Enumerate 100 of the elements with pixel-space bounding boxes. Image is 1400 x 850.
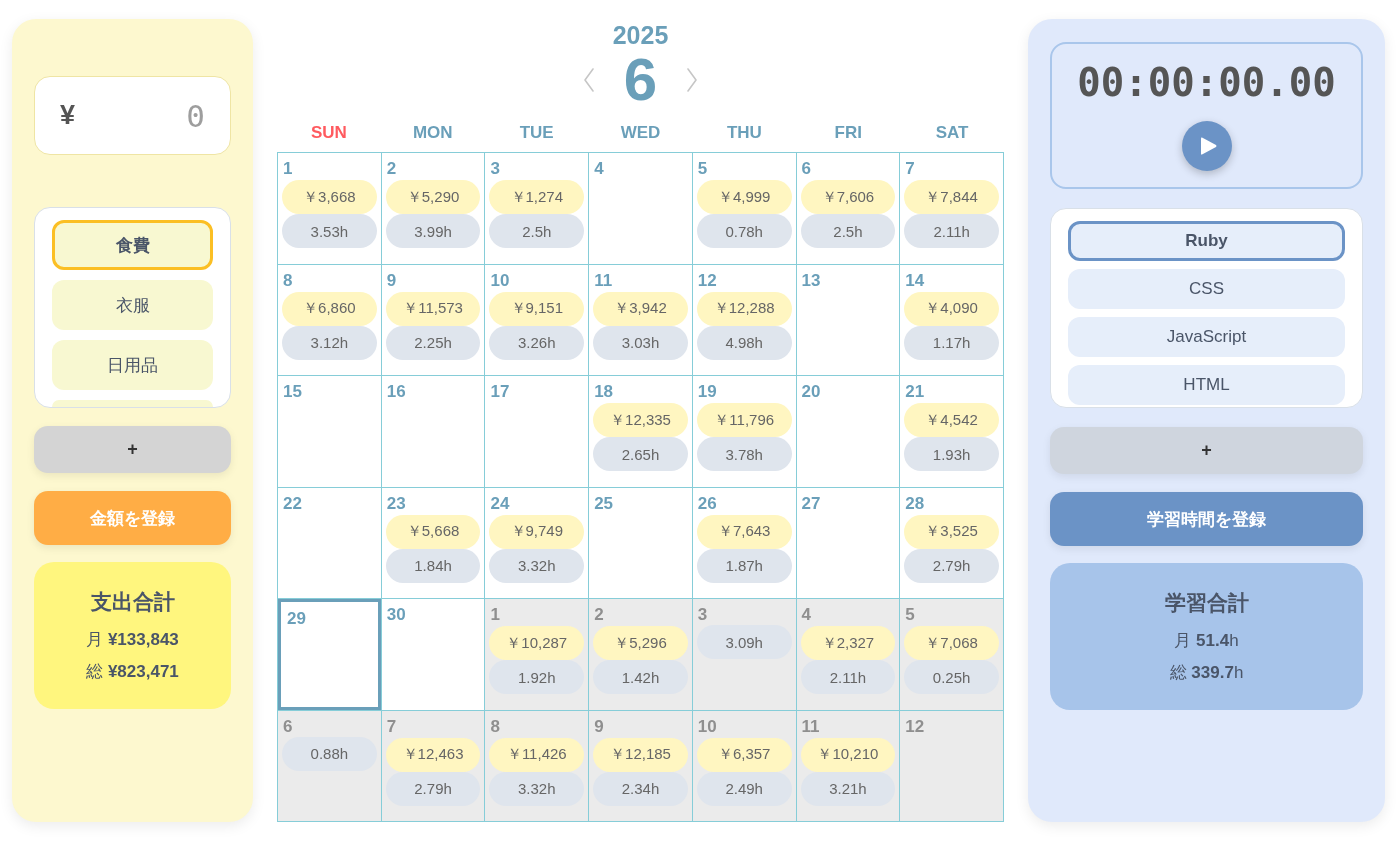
study-hours: 1.87h: [696, 548, 792, 583]
previous-month-button[interactable]: [581, 67, 596, 93]
expense-amount: ￥12,463: [385, 737, 481, 772]
day-cell[interactable]: 24 ￥9,749 3.32h: [485, 487, 590, 599]
day-cell[interactable]: 15: [278, 376, 382, 488]
amount-input[interactable]: 0: [85, 95, 205, 136]
day-cell[interactable]: 9 ￥11,573 2.25h: [381, 264, 486, 376]
expense-amount: ￥10,210: [800, 737, 896, 772]
expense-amount: ￥11,796: [696, 403, 792, 437]
weekday-label: SUN: [310, 122, 347, 144]
day-cell[interactable]: 18 ￥12,335 2.65h: [589, 376, 693, 488]
day-number: 3: [489, 158, 500, 179]
day-number: 5: [904, 604, 915, 625]
day-cell[interactable]: 2 ￥5,296 1.42h: [589, 599, 693, 711]
day-number: 24: [489, 492, 510, 514]
amount-field[interactable]: ¥ 0: [34, 76, 231, 155]
category-item[interactable]: 衣服: [52, 280, 213, 330]
day-number: 7: [385, 715, 397, 737]
expense-amount: ￥5,296: [593, 626, 688, 660]
expense-amount: ￥2,327: [800, 626, 896, 660]
day-cell[interactable]: 7 ￥12,463 2.79h: [381, 710, 486, 822]
add-subject-button[interactable]: +: [1050, 427, 1363, 474]
day-cell[interactable]: 3 ￥1,274 2.5h: [485, 153, 590, 265]
day-cell[interactable]: 1 ￥10,287 1.92h: [485, 599, 590, 711]
day-cell[interactable]: 16: [381, 376, 486, 488]
day-cell[interactable]: 30: [381, 599, 486, 711]
expense-amount: ￥7,643: [696, 514, 792, 549]
study-hours: 3.78h: [696, 437, 792, 471]
weekday-label: WED: [620, 122, 661, 144]
day-cell[interactable]: 1 ￥3,668 3.53h: [278, 153, 382, 265]
day-cell[interactable]: 10 ￥6,357 2.49h: [692, 710, 797, 822]
day-cell[interactable]: 6 ￥7,606 2.5h: [796, 153, 901, 265]
day-number: 22: [282, 492, 302, 514]
day-number: 9: [385, 269, 397, 291]
day-number: 7: [904, 158, 915, 179]
play-button[interactable]: [1181, 121, 1232, 171]
expense-amount: ￥12,335: [593, 403, 688, 437]
expense-amount: ￥4,999: [696, 180, 792, 214]
day-cell[interactable]: 5 ￥7,068 0.25h: [900, 599, 1004, 711]
day-number: 5: [696, 158, 708, 179]
expense-amount: ￥4,090: [904, 291, 999, 326]
day-cell[interactable]: 22: [278, 487, 382, 599]
day-cell[interactable]: 4 ￥2,327 2.11h: [796, 599, 901, 711]
day-cell[interactable]: 2 ￥5,290 3.99h: [381, 153, 486, 265]
day-cell[interactable]: 11 ￥10,210 3.21h: [796, 710, 901, 822]
day-cell[interactable]: 5 ￥4,999 0.78h: [692, 153, 797, 265]
study-hours: 2.25h: [385, 325, 481, 360]
day-cell[interactable]: 3 3.09h: [692, 599, 797, 711]
day-cell[interactable]: 19 ￥11,796 3.78h: [692, 376, 797, 488]
study-hours: 3.03h: [593, 325, 688, 360]
day-number: 26: [696, 492, 717, 514]
day-cell[interactable]: 7 ￥7,844 2.11h: [900, 153, 1004, 265]
weekday-label: SAT: [935, 122, 969, 144]
category-item[interactable]: 日用品: [52, 340, 213, 390]
register-study-time-button[interactable]: 学習時間を登録: [1050, 492, 1363, 546]
study-hours: 1.93h: [904, 437, 999, 471]
day-cell[interactable]: 8 ￥6,860 3.12h: [278, 264, 382, 376]
day-number: 17: [489, 381, 510, 402]
chevron-right-icon: [685, 67, 700, 93]
day-cell[interactable]: 28 ￥3,525 2.79h: [900, 487, 1004, 599]
day-cell[interactable]: 14 ￥4,090 1.17h: [900, 264, 1004, 376]
category-item[interactable]: 食費: [52, 220, 213, 270]
subject-item[interactable]: Ruby: [1068, 221, 1345, 261]
add-category-button[interactable]: +: [34, 426, 231, 473]
day-cell[interactable]: 4: [589, 153, 693, 265]
study-hours: 3.32h: [489, 771, 585, 806]
day-cell[interactable]: 8 ￥11,426 3.32h: [485, 710, 590, 822]
day-number: 11: [593, 269, 613, 291]
day-cell[interactable]: 26 ￥7,643 1.87h: [692, 487, 797, 599]
day-cell[interactable]: 11 ￥3,942 3.03h: [589, 264, 693, 376]
day-cell[interactable]: 20: [796, 376, 901, 488]
day-cell[interactable]: 9 ￥12,185 2.34h: [589, 710, 693, 822]
expense-amount: ￥7,606: [800, 180, 896, 214]
study-hours: 2.11h: [800, 660, 896, 694]
expense-amount: ￥9,151: [489, 291, 585, 326]
weekday-label: TUE: [519, 122, 554, 144]
day-cell[interactable]: 21 ￥4,542 1.93h: [900, 376, 1004, 488]
day-cell[interactable]: 29: [278, 599, 382, 711]
expense-amount: ￥7,844: [904, 180, 999, 214]
day-number: 19: [696, 381, 717, 402]
day-cell[interactable]: 6 0.88h: [278, 710, 382, 822]
day-cell[interactable]: 10 ￥9,151 3.26h: [485, 264, 590, 376]
day-number: 11: [800, 715, 820, 737]
subject-item[interactable]: JavaScript: [1068, 317, 1345, 357]
day-cell[interactable]: 12 ￥12,288 4.98h: [692, 264, 797, 376]
study-hours: 1.17h: [904, 325, 999, 360]
day-cell[interactable]: 27: [796, 487, 901, 599]
subject-item[interactable]: HTML: [1068, 365, 1345, 405]
expense-amount: ￥6,860: [282, 291, 377, 326]
day-cell[interactable]: 23 ￥5,668 1.84h: [381, 487, 486, 599]
next-month-button[interactable]: [685, 67, 700, 93]
day-cell[interactable]: 25: [589, 487, 693, 599]
day-cell[interactable]: 13: [796, 264, 901, 376]
subject-item[interactable]: CSS: [1068, 269, 1345, 309]
day-number: 1: [489, 604, 500, 625]
day-cell[interactable]: 17: [485, 376, 590, 488]
stopwatch-display: 00:00:00.00: [1077, 60, 1336, 106]
expense-amount: ￥10,287: [489, 626, 585, 660]
expense-amount: ￥9,749: [489, 514, 585, 549]
category-item[interactable]: [52, 400, 213, 407]
